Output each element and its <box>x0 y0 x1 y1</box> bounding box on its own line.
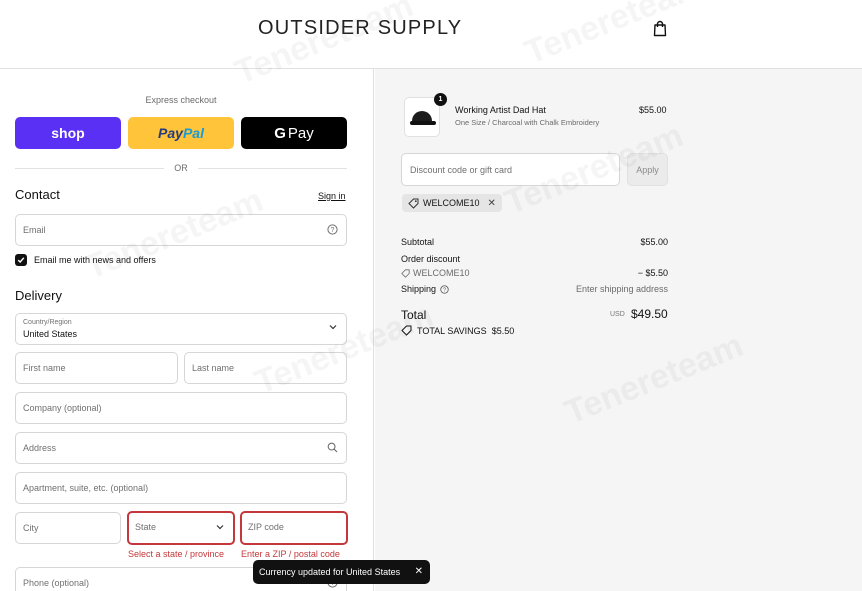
company-field[interactable]: Company (optional) <box>15 392 347 424</box>
shipping-line: Shipping ? <box>401 284 449 294</box>
toast-message: Currency updated for United States <box>259 567 401 577</box>
paypal-button[interactable]: Pay Pal <box>128 117 234 149</box>
zip-placeholder: ZIP code <box>248 522 284 532</box>
city-field[interactable]: City <box>15 512 121 544</box>
apply-discount-button[interactable]: Apply <box>627 153 668 186</box>
divider-line <box>15 167 165 169</box>
express-checkout-title: Express checkout <box>145 95 217 105</box>
shop-pay-button[interactable]: shop <box>15 117 121 149</box>
address-placeholder: Address <box>23 443 57 453</box>
or-divider: OR <box>15 162 347 174</box>
shopping-bag-icon[interactable] <box>652 20 668 37</box>
city-placeholder: City <box>23 523 39 533</box>
state-placeholder: State <box>135 522 157 532</box>
shipping-value: Enter shipping address <box>575 284 668 294</box>
product-name: Working Artist Dad Hat <box>455 105 546 115</box>
order-summary: 1 Working Artist Dad Hat One Size / Char… <box>375 69 862 591</box>
newsletter-checkbox[interactable] <box>15 254 27 266</box>
first-name-field[interactable]: First name <box>15 352 178 384</box>
zip-error: Enter a ZIP / postal code <box>241 549 340 559</box>
newsletter-label: Email me with news and offers <box>34 255 156 265</box>
shop-pay-label: shop <box>51 125 85 141</box>
applied-discount-tag: WELCOME10 ✕ <box>402 194 502 212</box>
state-error: Select a state / province <box>128 549 225 559</box>
product-variant: One Size / Charcoal with Chalk Embroider… <box>455 118 600 127</box>
close-icon[interactable]: ✕ <box>415 566 423 577</box>
country-select[interactable]: Country/Region United States <box>15 313 347 345</box>
applied-code-label: WELCOME10 <box>423 198 480 208</box>
total-value: $49.50 <box>631 307 668 321</box>
product-price: $55.00 <box>639 105 667 115</box>
google-pay-button[interactable]: G Pay <box>241 117 347 149</box>
zip-field[interactable]: ZIP code <box>240 511 348 545</box>
discount-code-input[interactable]: Discount code or gift card <box>401 153 620 186</box>
chevron-down-icon <box>215 522 225 535</box>
checkout-form: Express checkout shop Pay Pal G Pay OR Co… <box>0 69 374 591</box>
help-icon[interactable]: ? <box>327 224 338 238</box>
search-icon <box>327 442 338 456</box>
order-discount-label: Order discount <box>401 254 461 264</box>
checkmark-icon <box>17 257 25 264</box>
subtotal-label: Subtotal <box>401 237 435 247</box>
subtotal-value: $55.00 <box>640 237 668 247</box>
last-name-field[interactable]: Last name <box>184 352 347 384</box>
svg-text:?: ? <box>331 227 335 234</box>
shipping-label: Shipping <box>401 284 437 294</box>
address-field[interactable]: Address <box>15 432 347 464</box>
checkout-header: OUTSIDER SUPPLY <box>0 0 862 69</box>
svg-text:?: ? <box>443 287 446 293</box>
discount-amount: − $5.50 <box>637 268 668 278</box>
email-field[interactable]: Email ? <box>15 214 347 246</box>
tag-icon <box>401 268 410 278</box>
hat-brim-image <box>410 121 436 125</box>
sign-in-link[interactable]: Sign in <box>318 191 346 201</box>
total-savings: TOTAL SAVINGS $5.50 <box>401 325 514 336</box>
company-placeholder: Company (optional) <box>23 403 102 413</box>
state-select[interactable]: State <box>127 511 235 545</box>
total-label: Total <box>401 308 427 322</box>
country-label: Country/Region <box>23 319 72 326</box>
last-name-placeholder: Last name <box>192 363 235 373</box>
apartment-field[interactable]: Apartment, suite, etc. (optional) <box>15 472 347 504</box>
delivery-heading: Delivery <box>15 288 62 303</box>
store-logo[interactable]: OUTSIDER SUPPLY <box>258 17 462 40</box>
discount-placeholder: Discount code or gift card <box>410 165 513 175</box>
contact-heading: Contact <box>15 187 60 202</box>
country-value: United States <box>23 329 78 339</box>
discount-code-line: WELCOME10 <box>401 268 470 278</box>
paypal-label-pal: Pal <box>182 125 204 141</box>
apartment-placeholder: Apartment, suite, etc. (optional) <box>23 483 149 493</box>
quantity-badge: 1 <box>434 93 447 106</box>
savings-label: TOTAL SAVINGS <box>417 325 487 336</box>
divider-line <box>197 167 347 169</box>
first-name-placeholder: First name <box>23 363 66 373</box>
google-g-icon: G <box>274 124 286 142</box>
currency-toast: Currency updated for United States ✕ <box>253 560 430 584</box>
email-placeholder: Email <box>23 225 46 235</box>
tag-icon <box>401 325 412 336</box>
total-currency: USD <box>610 311 625 318</box>
tag-icon <box>408 198 419 209</box>
discount-code-name: WELCOME10 <box>413 268 470 278</box>
chevron-down-icon <box>328 322 338 335</box>
remove-discount-icon[interactable]: ✕ <box>488 198 496 209</box>
or-label: OR <box>174 163 188 173</box>
paypal-label-pay: Pay <box>158 125 183 141</box>
info-icon[interactable]: ? <box>440 284 449 294</box>
phone-placeholder: Phone (optional) <box>23 578 90 588</box>
google-pay-label: Pay <box>287 124 314 142</box>
savings-value: $5.50 <box>491 325 515 336</box>
